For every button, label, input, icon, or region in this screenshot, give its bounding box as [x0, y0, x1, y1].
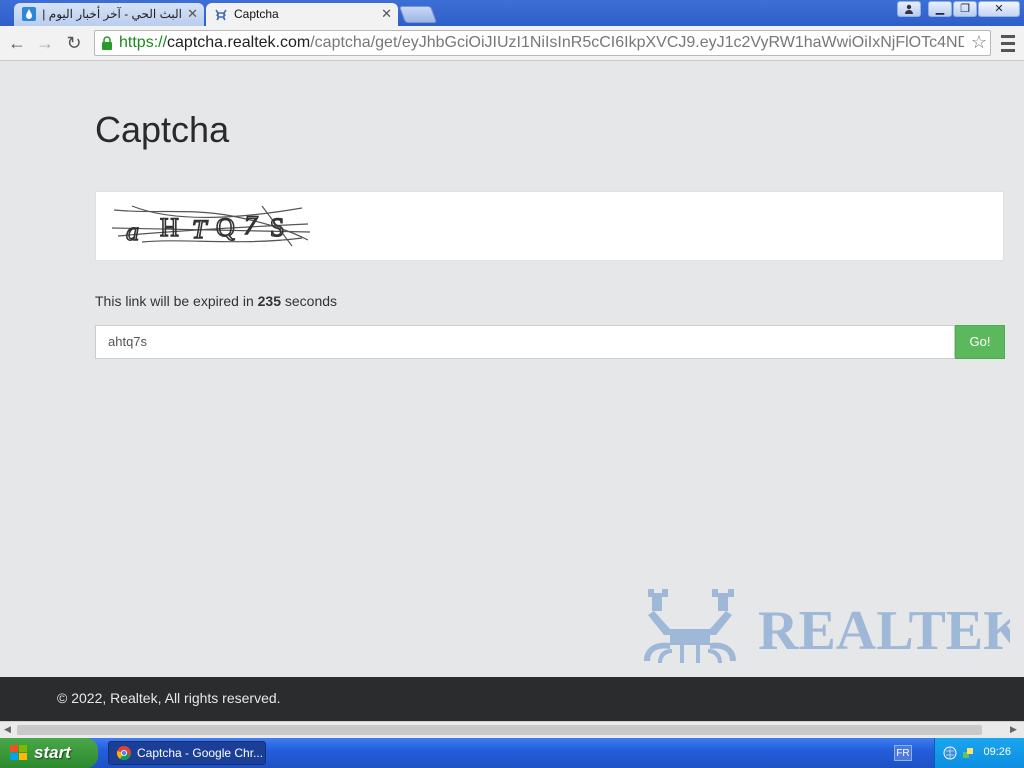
- close-tab-icon[interactable]: ✕: [381, 3, 392, 25]
- restore-button[interactable]: ❐: [953, 1, 977, 17]
- realtek-crab-icon: [215, 9, 227, 21]
- go-button[interactable]: Go!: [955, 325, 1005, 359]
- tab-captcha[interactable]: Captcha ✕: [206, 3, 398, 26]
- network-globe-icon[interactable]: [943, 746, 957, 760]
- windows-flag-icon: [10, 745, 27, 760]
- minimize-icon: ▁: [935, 3, 945, 15]
- svg-text:Q: Q: [216, 213, 235, 242]
- system-tray: 09:26: [934, 738, 1024, 768]
- chrome-icon: [117, 746, 131, 760]
- svg-text:H: H: [160, 213, 179, 242]
- lock-icon: [102, 36, 112, 50]
- language-indicator[interactable]: FR: [894, 745, 912, 761]
- water-drop-icon: [22, 7, 36, 21]
- url-text: https://captcha.realtek.com/captcha/get/…: [119, 34, 964, 51]
- forward-arrow-icon: →: [36, 33, 54, 53]
- realtek-logo-text: REALTEK: [758, 600, 1010, 662]
- forward-button[interactable]: →: [33, 31, 57, 55]
- start-button[interactable]: start: [0, 738, 98, 768]
- scrollbar-thumb[interactable]: [17, 725, 982, 735]
- scroll-right-icon[interactable]: ▶: [1010, 724, 1017, 735]
- network-connection-icon[interactable]: [961, 746, 975, 760]
- address-bar[interactable]: https://captcha.realtek.com/captcha/get/…: [94, 30, 991, 56]
- svg-text:a: a: [126, 217, 139, 246]
- chrome-menu-icon[interactable]: [998, 31, 1018, 55]
- new-tab-button[interactable]: [398, 6, 438, 23]
- clock: 09:26: [983, 746, 1011, 758]
- page-content: Captcha a H T Q 7 S This link will be ex…: [0, 61, 1024, 677]
- user-icon: [905, 4, 913, 14]
- back-arrow-icon: ←: [8, 33, 26, 53]
- minimize-button[interactable]: ▁: [928, 1, 952, 17]
- close-window-button[interactable]: ✕: [978, 1, 1020, 17]
- svg-text:T: T: [192, 215, 208, 244]
- realtek-logo: REALTEK: [644, 589, 1010, 663]
- user-profile-button[interactable]: [897, 1, 921, 17]
- windows-taskbar: start Captcha - Google Chr... FR 09:26: [0, 738, 1024, 768]
- svg-text:7: 7: [244, 211, 258, 240]
- bookmark-star-icon[interactable]: ☆: [971, 32, 987, 53]
- scroll-left-icon[interactable]: ◀: [4, 724, 11, 735]
- captcha-image: a H T Q 7 S: [112, 205, 311, 247]
- reload-icon: ↻: [66, 33, 82, 53]
- copyright-text: © 2022, Realtek, All rights reserved.: [57, 690, 281, 706]
- browser-toolbar: ← → ↻ https://captcha.realtek.com/captch…: [0, 26, 1024, 61]
- tab-title: البث الحي - آخر أخبار اليوم | ال: [42, 7, 182, 21]
- footer: © 2022, Realtek, All rights reserved.: [0, 677, 1024, 721]
- taskbar-item-chrome[interactable]: Captcha - Google Chr...: [108, 741, 266, 765]
- back-button[interactable]: ←: [5, 31, 29, 55]
- reload-button[interactable]: ↻: [62, 31, 86, 55]
- captcha-panel: a H T Q 7 S: [95, 191, 1004, 261]
- tab-title: Captcha: [234, 7, 279, 21]
- page-title: Captcha: [95, 109, 230, 150]
- expiry-notice: This link will be expired in 235 seconds: [95, 293, 338, 309]
- expiry-seconds: 235: [257, 293, 281, 309]
- restore-icon: ❐: [960, 3, 970, 15]
- tab-strip: البث الحي - آخر أخبار اليوم | ال ✕ Captc…: [0, 0, 1024, 26]
- close-tab-icon[interactable]: ✕: [187, 3, 198, 25]
- close-icon: ✕: [994, 3, 1004, 15]
- captcha-code-input[interactable]: ahtq7s: [95, 325, 955, 359]
- tab-aljazeera[interactable]: البث الحي - آخر أخبار اليوم | ال ✕: [14, 3, 204, 26]
- svg-text:S: S: [270, 213, 284, 242]
- horizontal-scrollbar[interactable]: ◀ ▶: [0, 721, 1024, 738]
